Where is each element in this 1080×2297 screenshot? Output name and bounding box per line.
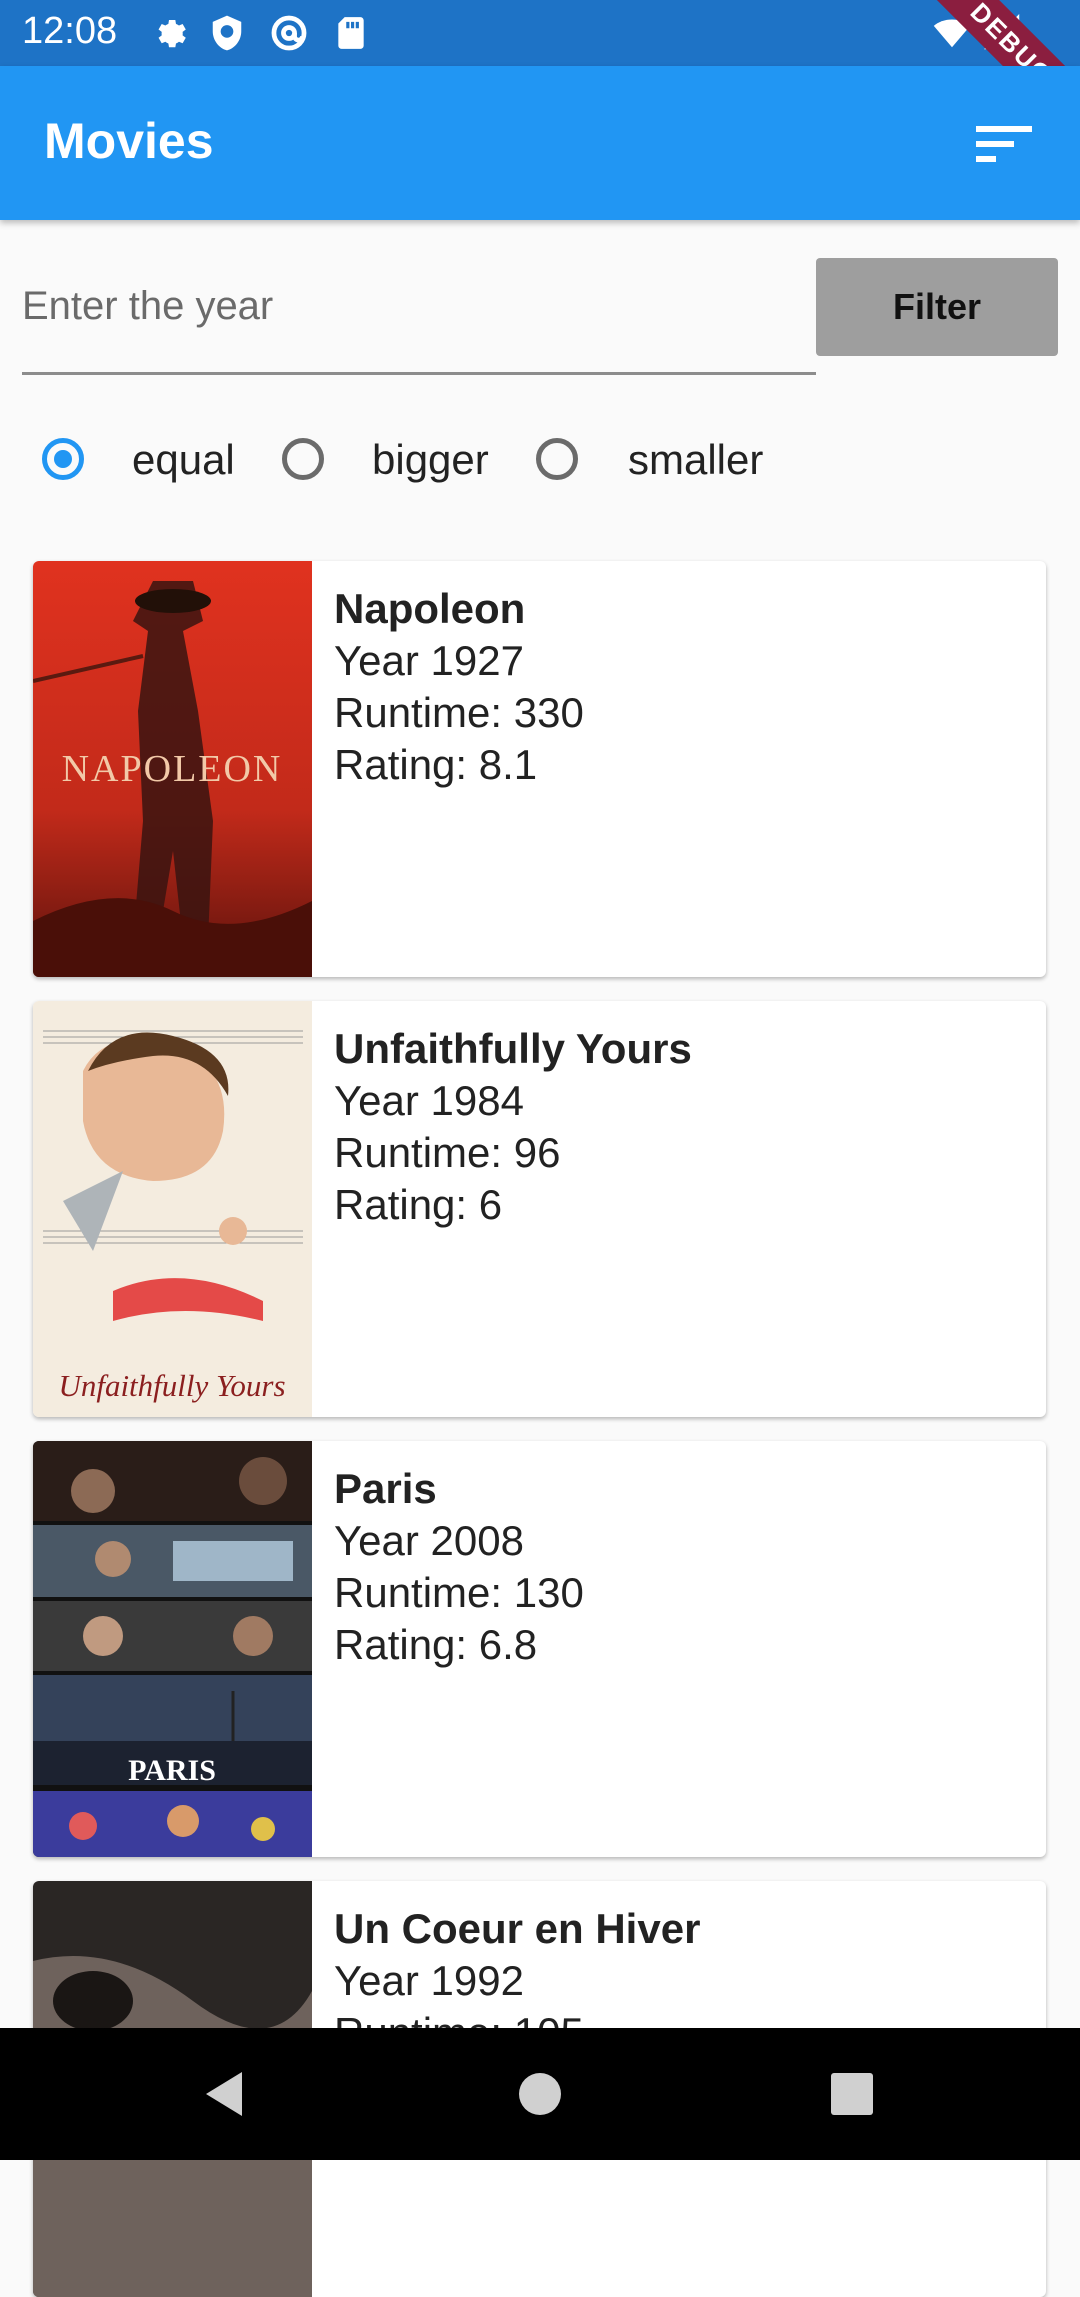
status-time: 12:08 (22, 10, 118, 52)
movie-title: Paris (334, 1465, 437, 1512)
comparison-radio-group: equal bigger smaller (0, 430, 1080, 494)
movie-poster: PARIS (33, 1441, 312, 1857)
movie-year: Year 2008 (334, 1517, 524, 1564)
radio-bigger[interactable] (282, 438, 324, 480)
movie-title: Napoleon (334, 585, 526, 632)
recents-icon[interactable] (822, 2064, 882, 2124)
status-bar: 12:08 DEBUG (0, 0, 1080, 152)
movie-year: Year 1927 (334, 637, 524, 684)
year-field[interactable] (22, 258, 816, 375)
system-nav-bar (0, 2028, 1080, 2160)
movie-card[interactable]: Unfaithfully Yours Unfaithfully Yours Ye… (33, 1001, 1046, 1417)
radio-bigger-label[interactable]: bigger (372, 436, 489, 484)
movie-title: Un Coeur en Hiver (334, 1905, 701, 1952)
radio-smaller-label[interactable]: smaller (628, 436, 763, 484)
poster-title: Unfaithfully Yours (58, 1368, 285, 1403)
movie-poster: NAPOLEON (33, 561, 312, 977)
movie-runtime: Runtime: 96 (334, 1129, 561, 1176)
radio-smaller[interactable] (536, 438, 578, 480)
poster-title: NAPOLEON (62, 748, 283, 790)
shield-icon (212, 15, 242, 51)
movie-runtime: Runtime: 130 (334, 1569, 584, 1616)
movie-card[interactable]: PARIS Paris Year 2008 Runtime: 130 Ratin… (33, 1441, 1046, 1857)
movie-rating: Rating: 6.8 (334, 1621, 538, 1668)
page-title: Movies (44, 113, 214, 169)
filter-button[interactable]: Filter (816, 258, 1058, 356)
radio-equal-label[interactable]: equal (132, 436, 235, 484)
year-input[interactable] (22, 284, 816, 329)
app-bar: Movies (0, 66, 1080, 220)
movie-info: Unfaithfully Yours Year 1984 Runtime: 96… (334, 1023, 692, 1231)
movie-rating: Rating: 8.1 (334, 741, 538, 788)
movie-rating: Rating: 6 (334, 1181, 503, 1228)
movie-poster: Unfaithfully Yours (33, 1001, 312, 1417)
back-icon[interactable] (196, 2064, 256, 2124)
at-sign-icon (271, 15, 307, 51)
home-icon[interactable] (510, 2064, 570, 2124)
movie-year: Year 1992 (334, 1957, 524, 2004)
movie-info: Paris Year 2008 Runtime: 130 Rating: 6.8 (334, 1463, 584, 1671)
radio-equal[interactable] (42, 438, 84, 480)
movie-title: Unfaithfully Yours (334, 1025, 692, 1072)
gear-icon (158, 20, 186, 48)
sd-card-icon (338, 17, 364, 49)
movie-card[interactable]: NAPOLEON Napoleon Year 1927 Runtime: 330… (33, 561, 1046, 977)
sort-icon[interactable] (976, 122, 1032, 166)
movie-runtime: Runtime: 330 (334, 689, 584, 736)
poster-title: PARIS (128, 1754, 216, 1787)
movie-info: Napoleon Year 1927 Runtime: 330 Rating: … (334, 583, 584, 791)
movie-year: Year 1984 (334, 1077, 524, 1124)
